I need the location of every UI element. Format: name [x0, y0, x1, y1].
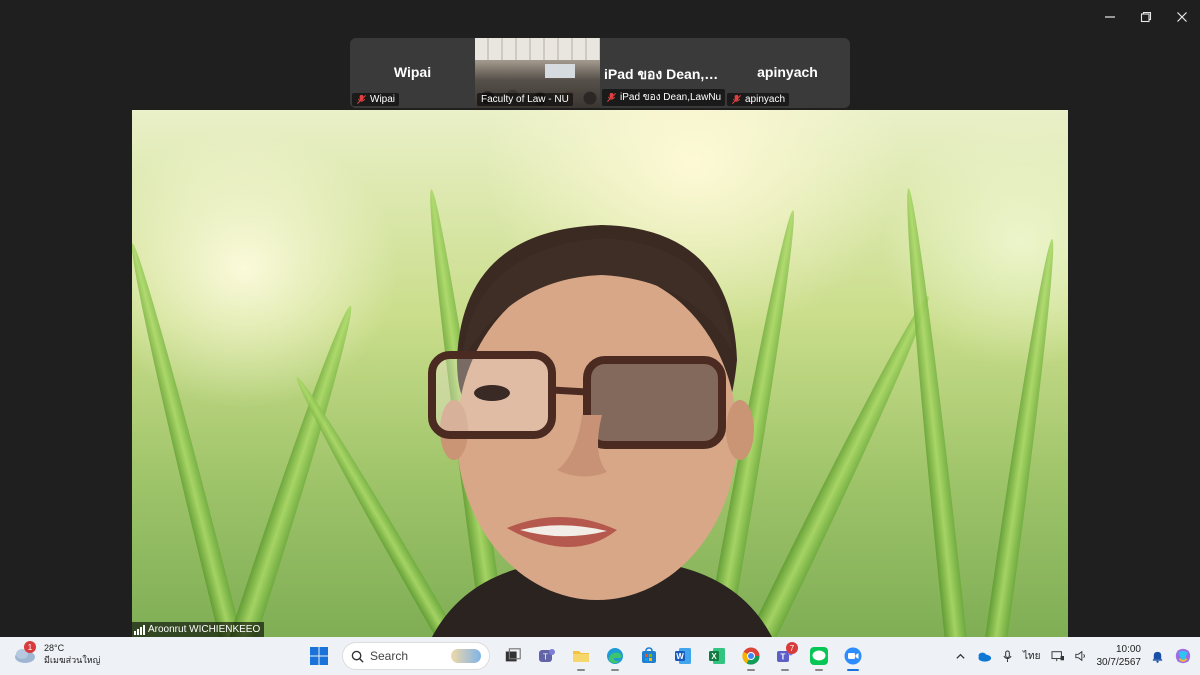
line-button[interactable]: [804, 641, 834, 671]
participant-tile[interactable]: apinyach apinyach: [725, 38, 850, 108]
word-icon: W: [675, 648, 691, 664]
running-indicator: [747, 669, 755, 671]
muted-mic-icon: [356, 94, 367, 105]
word-button[interactable]: W: [668, 641, 698, 671]
running-indicator: [815, 669, 823, 671]
svg-text:T: T: [781, 653, 786, 662]
line-icon: [810, 647, 828, 665]
input-language[interactable]: ไทย: [1023, 649, 1040, 664]
taskbar-apps: Search T W X T 7: [304, 641, 868, 671]
participant-label: Faculty of Law - NU: [477, 93, 573, 106]
participant-label-text: Wipai: [370, 94, 396, 105]
weather-badge: 1: [24, 641, 36, 653]
weather-desc: มีเมฆส่วนใหญ่: [44, 655, 101, 665]
participant-tile[interactable]: iPad ของ Dean,L... iPad ของ Dean,LawNu: [600, 38, 726, 108]
system-tray: ไทย 10:00 30/7/2567: [955, 637, 1200, 675]
close-button[interactable]: [1164, 0, 1200, 34]
excel-icon: X: [709, 648, 725, 664]
excel-button[interactable]: X: [702, 641, 732, 671]
teams-badge: 7: [786, 642, 798, 654]
network-icon[interactable]: [1051, 650, 1065, 662]
window-controls: [1092, 0, 1200, 34]
zoom-button[interactable]: [838, 641, 868, 671]
participant-label-text: apinyach: [745, 94, 786, 105]
close-icon: [1177, 12, 1187, 22]
chrome-button[interactable]: [736, 641, 766, 671]
muted-mic-icon: [606, 92, 617, 103]
restore-button[interactable]: [1128, 0, 1164, 34]
clock[interactable]: 10:00 30/7/2567: [1097, 643, 1142, 669]
clock-time: 10:00: [1115, 644, 1141, 655]
file-explorer-button[interactable]: [566, 641, 596, 671]
running-indicator: [577, 669, 585, 671]
zoom-icon: [844, 647, 862, 665]
edge-icon: [607, 648, 623, 664]
search-box[interactable]: Search: [342, 642, 490, 670]
participant-name: apinyach: [757, 64, 818, 80]
minimize-icon: [1105, 16, 1115, 18]
onedrive-icon[interactable]: [976, 651, 992, 662]
participant-name: Wipai: [393, 64, 432, 80]
search-icon: [351, 650, 364, 663]
participant-strip: Wipai Wipai Faculty of Law - NU iPad ของ…: [350, 38, 850, 108]
participant-name: iPad ของ Dean,L...: [604, 66, 725, 82]
chevron-up-icon[interactable]: [955, 651, 966, 662]
running-indicator: [611, 669, 619, 671]
weather-widget[interactable]: 1 28°C มีเมฆส่วนใหญ่: [12, 641, 101, 666]
participant-label-text: iPad ของ Dean,LawNu: [620, 92, 722, 103]
running-indicator: [781, 669, 789, 671]
notification-bell-icon[interactable]: [1151, 650, 1164, 663]
start-button[interactable]: [304, 641, 334, 671]
copilot-icon[interactable]: [1174, 647, 1192, 665]
svg-text:W: W: [676, 652, 684, 661]
task-view-icon: [505, 648, 521, 662]
search-placeholder: Search: [370, 649, 409, 663]
participant-label-text: Faculty of Law - NU: [481, 94, 569, 105]
svg-text:X: X: [711, 652, 717, 661]
weather-icon: 1: [12, 641, 38, 665]
teams-chat-button[interactable]: T: [532, 641, 562, 671]
clock-date: 30/7/2567: [1096, 657, 1142, 668]
folder-icon: [573, 651, 589, 662]
muted-mic-icon: [731, 94, 742, 105]
windows-icon: [310, 647, 328, 665]
microphone-icon[interactable]: [1002, 649, 1013, 663]
chrome-icon: [742, 647, 760, 665]
participant-tile-video[interactable]: Faculty of Law - NU: [475, 38, 600, 108]
signal-strength-icon: [134, 624, 145, 635]
speaker-person: [428, 225, 772, 637]
teams-chat-icon: T: [539, 649, 555, 662]
participant-label: apinyach: [727, 93, 790, 106]
weather-temp: 28°C: [44, 643, 65, 653]
taskbar: 1 28°C มีเมฆส่วนใหญ่ Search T W X T 7 ไท…: [0, 637, 1200, 675]
task-view-button[interactable]: [498, 641, 528, 671]
teams-button[interactable]: T 7: [770, 641, 800, 671]
search-highlight-icon: [451, 649, 481, 663]
edge-button[interactable]: [600, 641, 630, 671]
video-thumbnail-ceiling: [475, 38, 600, 60]
svg-text:T: T: [543, 653, 548, 662]
store-button[interactable]: [634, 641, 664, 671]
speaker-name: Aroonrut WICHIENKEEO: [148, 624, 261, 635]
minimize-button[interactable]: [1092, 0, 1128, 34]
participant-tile[interactable]: Wipai Wipai: [350, 38, 475, 108]
store-icon: [642, 647, 656, 663]
running-indicator: [847, 669, 859, 671]
participant-label: iPad ของ Dean,LawNu: [602, 89, 726, 106]
video-thumbnail-screen: [545, 64, 575, 78]
active-speaker-video[interactable]: Aroonrut WICHIENKEEO: [132, 110, 1068, 637]
restore-icon: [1140, 11, 1152, 23]
volume-icon[interactable]: [1074, 650, 1087, 662]
speaker-name-label: Aroonrut WICHIENKEEO: [132, 622, 265, 637]
participant-label: Wipai: [352, 93, 400, 106]
